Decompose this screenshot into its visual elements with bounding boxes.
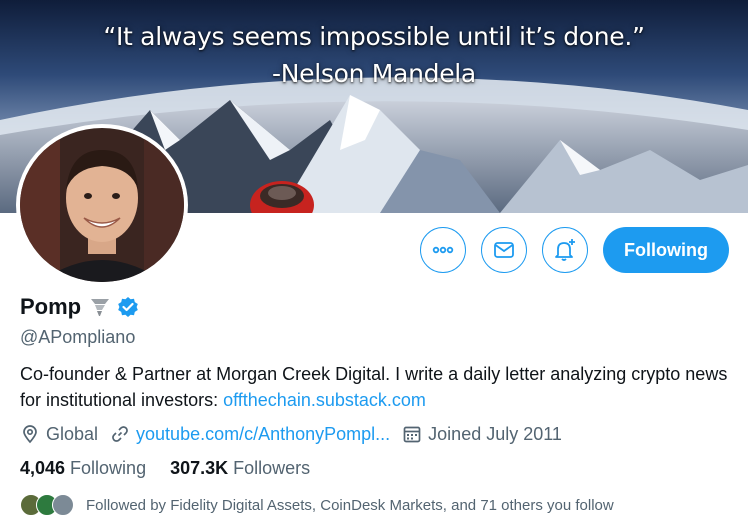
verified-badge-icon: [117, 296, 139, 318]
joined-item: Joined July 2011: [402, 424, 562, 445]
following-label: Following: [70, 458, 147, 478]
calendar-icon: [403, 426, 421, 443]
bell-plus-icon: [555, 239, 575, 261]
followers-count: 307.3K: [170, 458, 229, 478]
followed-by-text: Followed by Fidelity Digital Assets, Coi…: [86, 496, 614, 514]
location-item: Global: [20, 424, 98, 445]
followed-by-row[interactable]: Followed by Fidelity Digital Assets, Coi…: [20, 494, 614, 516]
followers-label: Followers: [233, 458, 311, 478]
follower-avatars: [20, 494, 74, 516]
envelope-icon: [494, 242, 514, 258]
joined-text: Joined July 2011: [428, 423, 562, 444]
website-link[interactable]: youtube.com/c/AnthonyPompl...: [136, 424, 390, 445]
website-item[interactable]: youtube.com/c/AnthonyPompl...: [110, 424, 390, 445]
profile-meta: Global youtube.com/c/AnthonyPompl... Joi…: [20, 422, 574, 446]
banner-quote-line-1: “It always seems impossible until it’s d…: [103, 22, 645, 51]
location-pin-icon: [23, 425, 37, 444]
link-icon: [112, 426, 128, 442]
following-count-link[interactable]: 4,046 Following: [20, 458, 146, 479]
following-button[interactable]: Following: [603, 227, 729, 273]
profile-name: Pomp: [20, 294, 82, 319]
message-button[interactable]: [481, 227, 527, 273]
profile-name-row: Pomp: [20, 294, 139, 320]
profile-handle: @APompliano: [20, 327, 136, 347]
follower-avatar: [52, 494, 74, 516]
location-text: Global: [46, 423, 99, 444]
more-button[interactable]: [420, 227, 466, 273]
banner-quote-line-2: -Nelson Mandela: [272, 59, 476, 88]
followers-count-link[interactable]: 307.3K Followers: [170, 458, 310, 479]
notifications-button[interactable]: [542, 227, 588, 273]
more-icon: [432, 246, 454, 254]
following-count: 4,046: [20, 458, 66, 478]
bio-link[interactable]: offthechain.substack.com: [223, 390, 426, 410]
avatar[interactable]: [16, 124, 188, 286]
profile-bio: Co-founder & Partner at Morgan Creek Dig…: [20, 361, 730, 413]
tornado-icon: [89, 295, 111, 319]
follow-counts: 4,046 Following 307.3K Followers: [20, 458, 334, 479]
